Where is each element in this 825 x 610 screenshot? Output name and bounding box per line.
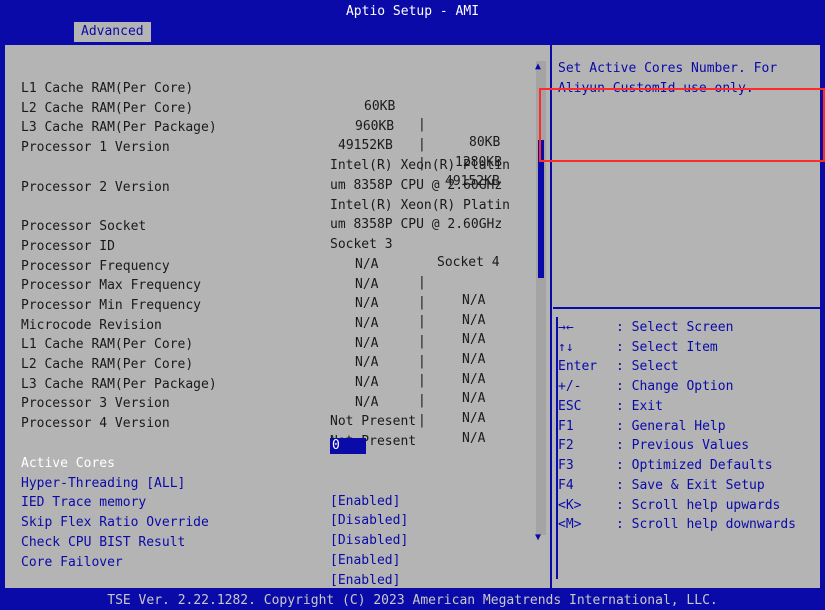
info-row: Processor 2 Version Intel(R) Xeon(R) Pla… — [21, 180, 511, 213]
info-row: um 8358P CPU @ 2.60GHz — [330, 217, 503, 232]
info-row: Processor Min Frequency N/A | N/A — [21, 298, 486, 367]
info-row: L3 Cache RAM(Per Package) 49152KB | 4915… — [21, 120, 500, 189]
setting-check-cpu-bist-result[interactable]: Check CPU BIST Result [Enabled] — [21, 516, 400, 568]
info-row: Microcode Revision N/A | N/A — [21, 318, 486, 387]
info-row: Processor Max Frequency N/A | N/A — [21, 278, 486, 347]
setting-active-cores[interactable]: Active Cores 0 — [21, 437, 366, 471]
setup-panel: L1 Cache RAM(Per Core) 60KB | 80KB L2 Ca… — [5, 45, 825, 588]
scroll-down-arrow-icon[interactable]: ▼ — [535, 533, 541, 543]
info-row: Processor ID N/A | N/A — [21, 239, 486, 308]
tab-advanced[interactable]: Advanced — [74, 22, 151, 42]
setting-core-failover[interactable]: Core Failover [Enabled] — [21, 536, 400, 588]
main-list: L1 Cache RAM(Per Core) 60KB | 80KB L2 Ca… — [5, 45, 533, 588]
info-row: L1 Cache RAM(Per Core) N/A | N/A — [21, 337, 486, 406]
window-title: Aptio Setup - AMI — [345, 4, 480, 19]
scroll-up-arrow-icon[interactable]: ▲ — [535, 62, 541, 72]
info-row: Processor Socket Socket 3 Socket 4 — [21, 219, 500, 270]
info-row: L2 Cache RAM(Per Core) 960KB | 1280KB — [21, 101, 502, 170]
info-row: Processor 1 Version Intel(R) Xeon(R) Pla… — [21, 140, 511, 173]
setting-ied-trace-memory[interactable]: IED Trace memory [Disabled] — [21, 476, 408, 528]
setting-hyper-threading[interactable]: Hyper-Threading [ALL] [Enabled] — [21, 457, 400, 509]
info-row: L3 Cache RAM(Per Package) N/A | N/A — [21, 377, 486, 446]
footer-copyright: TSE Ver. 2.22.1282. Copyright (C) 2023 A… — [107, 593, 718, 608]
active-cores-input[interactable]: 0 — [330, 438, 366, 454]
setting-skip-flex-ratio-override[interactable]: Skip Flex Ratio Override [Disabled] — [21, 496, 408, 548]
info-row: Processor Frequency N/A | N/A — [21, 259, 486, 328]
help-highlight-box — [539, 88, 825, 162]
info-row: um 8358P CPU @ 2.60GHz — [330, 178, 503, 193]
info-row: L2 Cache RAM(Per Core) N/A | N/A — [21, 357, 486, 426]
info-row: L1 Cache RAM(Per Core) 60KB | 80KB — [21, 81, 501, 150]
help-separator — [553, 307, 820, 309]
info-row: Processor 4 Version Not Present — [21, 416, 417, 449]
info-row: Processor 3 Version Not Present — [21, 396, 417, 429]
